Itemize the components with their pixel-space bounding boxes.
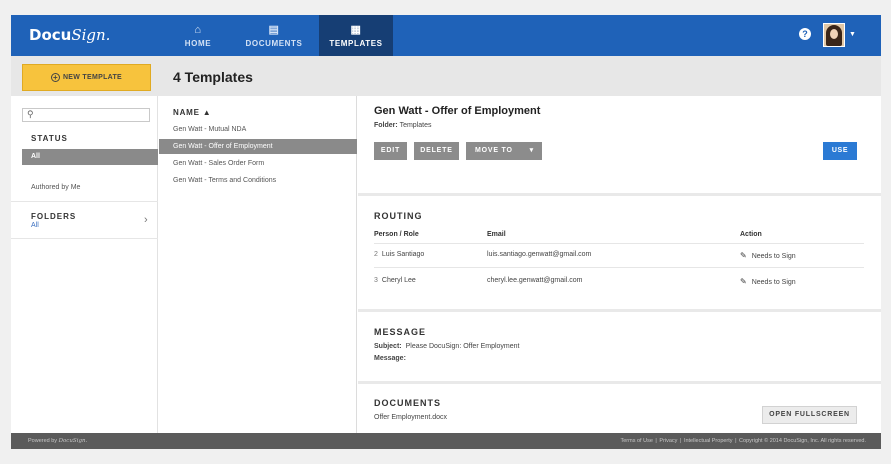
templates-icon: ▦: [350, 24, 362, 36]
tab-templates-label: TEMPLATES: [329, 39, 383, 48]
use-button[interactable]: USE: [823, 142, 857, 160]
logo-text: Docu: [29, 26, 72, 44]
status-filter-authored-by-me[interactable]: Authored by Me: [31, 184, 80, 191]
search-icon: ⚲: [27, 109, 34, 119]
list-item-selected[interactable]: Gen Watt - Offer of Employment: [159, 139, 357, 154]
footer-link-ip[interactable]: Intellectual Property: [684, 438, 733, 444]
new-template-button[interactable]: + NEW TEMPLATE: [22, 64, 151, 91]
message-body: Message:: [374, 355, 410, 362]
documents-icon: ▤: [268, 24, 280, 36]
chevron-right-icon[interactable]: ›: [144, 214, 148, 226]
recipient-action: ✎ Needs to Sign: [740, 251, 796, 260]
action-column-header: Action: [740, 231, 762, 238]
folder-value: Templates: [399, 122, 432, 129]
caret-down-icon[interactable]: ▼: [849, 31, 856, 38]
recipient-action: ✎ Needs to Sign: [740, 277, 796, 286]
subject-label: Subject:: [374, 343, 402, 350]
routing-order: 2: [374, 251, 378, 258]
recipient-name-text: Luis Santiago: [381, 251, 425, 258]
footer-link-privacy[interactable]: Privacy: [659, 438, 677, 444]
message-subject: Subject: Please DocuSign: Offer Employmen…: [374, 343, 520, 350]
recipient-name: 2 Luis Santiago: [374, 251, 424, 258]
plus-circle-icon: +: [50, 73, 60, 82]
new-template-label: NEW TEMPLATE: [62, 74, 123, 81]
divider: [11, 201, 158, 202]
powered-by-text: Powered by: [28, 438, 58, 444]
pencil-icon: ✎: [740, 251, 747, 260]
footer-bar: Powered by DocuSign. Terms of Use | Priv…: [11, 433, 881, 449]
list-item[interactable]: Gen Watt - Sales Order Form: [159, 156, 357, 171]
person-role-column-header: Person / Role: [374, 231, 419, 238]
home-icon: ⌂: [194, 24, 202, 36]
list-item[interactable]: Gen Watt - Mutual NDA: [159, 122, 357, 137]
recipient-email: luis.santiago.genwatt@gmail.com: [487, 251, 592, 258]
divider: [374, 243, 864, 244]
template-title: Gen Watt - Offer of Employment: [374, 105, 541, 117]
powered-by-brand: DocuSign.: [58, 438, 88, 444]
footer-copyright: Copyright © 2014 DocuSign, Inc. All righ…: [739, 438, 866, 444]
documents-heading: DOCUMENTS: [374, 398, 441, 408]
powered-by: Powered by DocuSign.: [28, 438, 87, 444]
tab-home-label: HOME: [184, 39, 212, 48]
user-avatar[interactable]: [823, 23, 845, 47]
move-to-label: MOVE TO: [475, 147, 513, 154]
message-heading: MESSAGE: [374, 327, 427, 337]
folder-label: Folder:: [374, 122, 398, 129]
list-item[interactable]: Gen Watt - Terms and Conditions: [159, 173, 357, 188]
template-summary-card: Gen Watt - Offer of Employment Folder: T…: [358, 96, 881, 193]
filter-sidebar: ⚲ STATUS All Authored by Me FOLDERS All …: [11, 96, 158, 433]
template-list: NAME ▲ Gen Watt - Mutual NDA Gen Watt - …: [159, 96, 357, 433]
folders-heading[interactable]: FOLDERS: [31, 212, 76, 221]
tab-documents[interactable]: ▤ DOCUMENTS: [237, 15, 311, 56]
status-filter-all[interactable]: All: [22, 149, 158, 165]
recipient-name-text: Cheryl Lee: [381, 277, 416, 284]
recipient-name: 3 Cheryl Lee: [374, 277, 416, 284]
page-title: 4 Templates: [173, 69, 253, 85]
caret-down-icon: ▾: [529, 147, 534, 154]
page-header: + NEW TEMPLATE 4 Templates: [11, 56, 881, 96]
help-icon[interactable]: ?: [799, 28, 811, 40]
template-detail: Gen Watt - Offer of Employment Folder: T…: [358, 96, 881, 433]
divider: [11, 238, 158, 239]
folders-value[interactable]: All: [31, 222, 39, 229]
action-text: Needs to Sign: [751, 253, 796, 260]
app-window: DocuSign. ⌂ HOME ▤ DOCUMENTS ▦ TEMPLATES…: [11, 15, 881, 449]
tab-home[interactable]: ⌂ HOME: [173, 15, 223, 56]
pencil-icon: ✎: [740, 277, 747, 286]
docusign-logo[interactable]: DocuSign.: [29, 26, 110, 44]
edit-button[interactable]: EDIT: [374, 142, 407, 160]
message-label: Message:: [374, 355, 406, 362]
open-fullscreen-button[interactable]: OPEN FULLSCREEN: [762, 406, 857, 424]
message-card: MESSAGE Subject: Please DocuSign: Offer E…: [358, 312, 881, 381]
routing-order: 3: [374, 277, 378, 284]
action-text: Needs to Sign: [751, 279, 796, 286]
tab-documents-label: DOCUMENTS: [245, 39, 303, 48]
recipient-email: cheryl.lee.genwatt@gmail.com: [487, 277, 583, 284]
template-folder: Folder: Templates: [374, 122, 431, 129]
avatar-face: [830, 29, 838, 39]
move-to-button[interactable]: MOVE TO ▾: [466, 142, 542, 160]
document-file-name[interactable]: Offer Employment.docx: [374, 414, 447, 421]
top-navigation-bar: DocuSign. ⌂ HOME ▤ DOCUMENTS ▦ TEMPLATES…: [11, 15, 881, 56]
footer-link-terms[interactable]: Terms of Use: [621, 438, 653, 444]
search-input[interactable]: ⚲: [22, 108, 150, 122]
email-column-header: Email: [487, 231, 506, 238]
documents-card: DOCUMENTS Offer Employment.docx OPEN FUL…: [358, 384, 881, 433]
subject-value: Please DocuSign: Offer Employment: [405, 343, 520, 350]
delete-button[interactable]: DELETE: [414, 142, 459, 160]
status-heading: STATUS: [31, 134, 68, 143]
routing-heading: ROUTING: [374, 211, 423, 221]
divider: [374, 267, 864, 268]
tab-templates[interactable]: ▦ TEMPLATES: [319, 15, 393, 56]
routing-card: ROUTING Person / Role Email Action 2 Luis…: [358, 196, 881, 309]
footer-links: Terms of Use | Privacy | Intellectual Pr…: [620, 438, 867, 444]
name-column-header[interactable]: NAME ▲: [173, 108, 212, 117]
logo-script-text: Sign.: [71, 26, 111, 44]
